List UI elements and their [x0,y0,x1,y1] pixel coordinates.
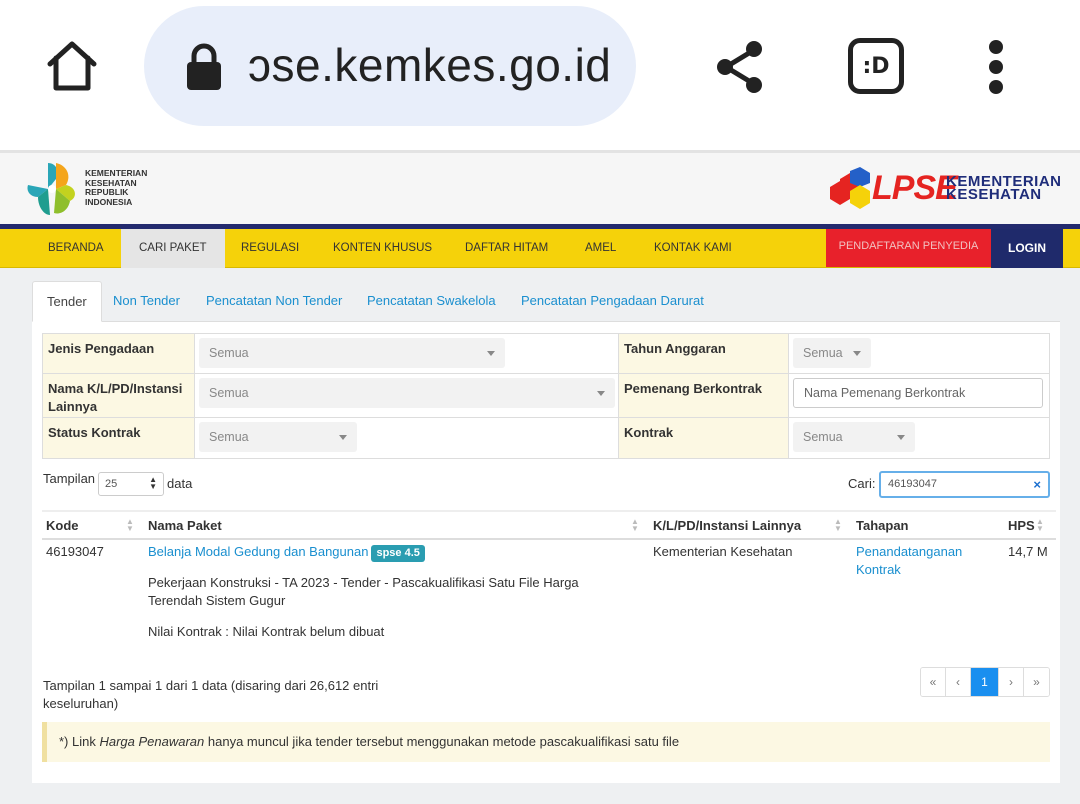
chevron-down-icon [597,391,605,396]
table-header: Kode ▲ ▼ Nama Paket ▲ ▼ K/L/PD/Instansi La… [42,510,1056,540]
table-info: Tampilan 1 sampai 1 dari 1 data (disarin… [43,678,379,711]
content-panel: Tender Non Tender Pencatatan Non Tender … [32,281,1060,783]
col-hps[interactable]: HPS [1008,512,1035,540]
pagination: « ‹ 1 › » [920,667,1050,697]
lpse-logo[interactable]: LPSE KEMENTERIAN KESEHATAN [828,165,1068,215]
status-kontrak-label: Status Kontrak [43,418,195,458]
jenis-pengadaan-label: Jenis Pengadaan [43,334,195,373]
status-kontrak-select[interactable]: Semua [199,422,357,452]
tab-tender[interactable]: Tender [32,281,102,322]
sort-icon[interactable]: ▲ ▼ [631,518,639,533]
instansi-select[interactable]: Semua [199,378,615,408]
chevron-down-icon [339,435,347,440]
sort-icon[interactable]: ▲ ▼ [126,518,134,533]
pager-first[interactable]: « [921,668,946,696]
col-instansi[interactable]: K/L/PD/Instansi Lainnya [653,512,801,540]
kemkes-logo[interactable] [26,161,78,217]
tab-bar: Tender Non Tender Pencatatan Non Tender … [32,281,1060,322]
nav-daftar-hitam[interactable]: DAFTAR HITAM [447,229,566,268]
url-text: ɔse.kemkes.go.id [248,39,612,91]
sort-icon[interactable]: ▲ ▼ [1036,518,1044,533]
page-length-select[interactable]: 25 ▲ ▼ [98,472,164,496]
site-header: KEMENTERIAN KESEHATAN REPUBLIK INDONESIA… [0,150,1080,224]
page-length-suffix: data [167,476,193,491]
nav-cari-paket[interactable]: CARI PAKET [121,229,225,268]
share-icon[interactable] [714,40,766,94]
browser-toolbar: ɔse.kemkes.go.id :D [0,0,1080,150]
search-input[interactable]: 46193047 × [879,471,1050,498]
more-menu-icon[interactable] [985,40,1007,94]
row-kode: 46193047 [46,544,104,559]
lock-icon [187,43,221,90]
kontrak-label: Kontrak [619,418,789,458]
row-description: Pekerjaan Konstruksi - TA 2023 - Tender … [148,575,579,608]
jenis-pengadaan-select[interactable]: Semua [199,338,505,368]
tahapan-link[interactable]: Penandatanganan Kontrak [856,543,976,579]
pager-last[interactable]: » [1024,668,1049,696]
filter-grid: Jenis Pengadaan Semua Tahun Anggaran Sem… [42,333,1050,459]
nav-beranda[interactable]: BERANDA [30,229,122,268]
extension-icon[interactable]: :D [848,38,904,94]
tab-non-tender[interactable]: Non Tender [99,281,194,322]
nav-konten-khusus[interactable]: KONTEN KHUSUS [315,229,450,268]
spse-badge: spse 4.5 [371,545,425,562]
nav-regulasi[interactable]: REGULASI [223,229,317,268]
chevron-down-icon [897,435,905,440]
pager-prev[interactable]: ‹ [946,668,971,696]
kemkes-text: KEMENTERIAN KESEHATAN REPUBLIK INDONESIA [85,168,148,207]
pendaftaran-penyedia-button[interactable]: PENDAFTARAN PENYEDIA [826,229,991,267]
home-icon[interactable] [42,36,102,96]
col-kode[interactable]: Kode [46,512,79,540]
pemenang-label: Pemenang Berkontrak [619,374,789,417]
clear-icon[interactable]: × [1033,473,1041,496]
tab-pencatatan-non-tender[interactable]: Pencatatan Non Tender [192,281,356,322]
col-tahapan[interactable]: Tahapan [856,512,909,540]
info-note: *) Link Harga Penawaran hanya muncul jik… [42,722,1050,762]
tahun-anggaran-select[interactable]: Semua [793,338,871,368]
col-nama-paket[interactable]: Nama Paket [148,512,222,540]
row-nilai-kontrak: Nilai Kontrak : Nilai Kontrak belum dibu… [148,624,385,639]
search-label: Cari: [848,476,876,491]
lpse-hexagon-icon [830,167,870,209]
main-nav: BERANDA CARI PAKET REGULASI KONTEN KHUSU… [0,229,1080,268]
paket-link[interactable]: Belanja Modal Gedung dan Bangunan [148,544,368,559]
chevron-down-icon [487,351,495,356]
chevron-down-icon [853,351,861,356]
row-instansi: Kementerian Kesehatan [653,544,793,559]
row-hps: 14,7 M [1008,544,1048,559]
pager-page-1[interactable]: 1 [971,668,999,696]
tahun-anggaran-label: Tahun Anggaran [619,334,789,373]
sort-icon[interactable]: ▲ ▼ [834,518,842,533]
nav-amel[interactable]: AMEL [567,229,634,268]
sort-arrows-icon: ▲ ▼ [149,475,157,491]
login-button[interactable]: LOGIN [991,229,1063,268]
tab-pencatatan-swakelola[interactable]: Pencatatan Swakelola [353,281,510,322]
address-bar[interactable]: ɔse.kemkes.go.id [144,6,636,126]
pager-next[interactable]: › [999,668,1024,696]
instansi-label: Nama K/L/PD/Instansi Lainnya [43,374,195,417]
nav-kontak-kami[interactable]: KONTAK KAMI [636,229,750,268]
kontrak-select[interactable]: Semua [793,422,915,452]
page-length-label: Tampilan [43,471,96,486]
tab-pencatatan-pengadaan-darurat[interactable]: Pencatatan Pengadaan Darurat [507,281,718,322]
pemenang-input[interactable]: Nama Pemenang Berkontrak [793,378,1043,408]
